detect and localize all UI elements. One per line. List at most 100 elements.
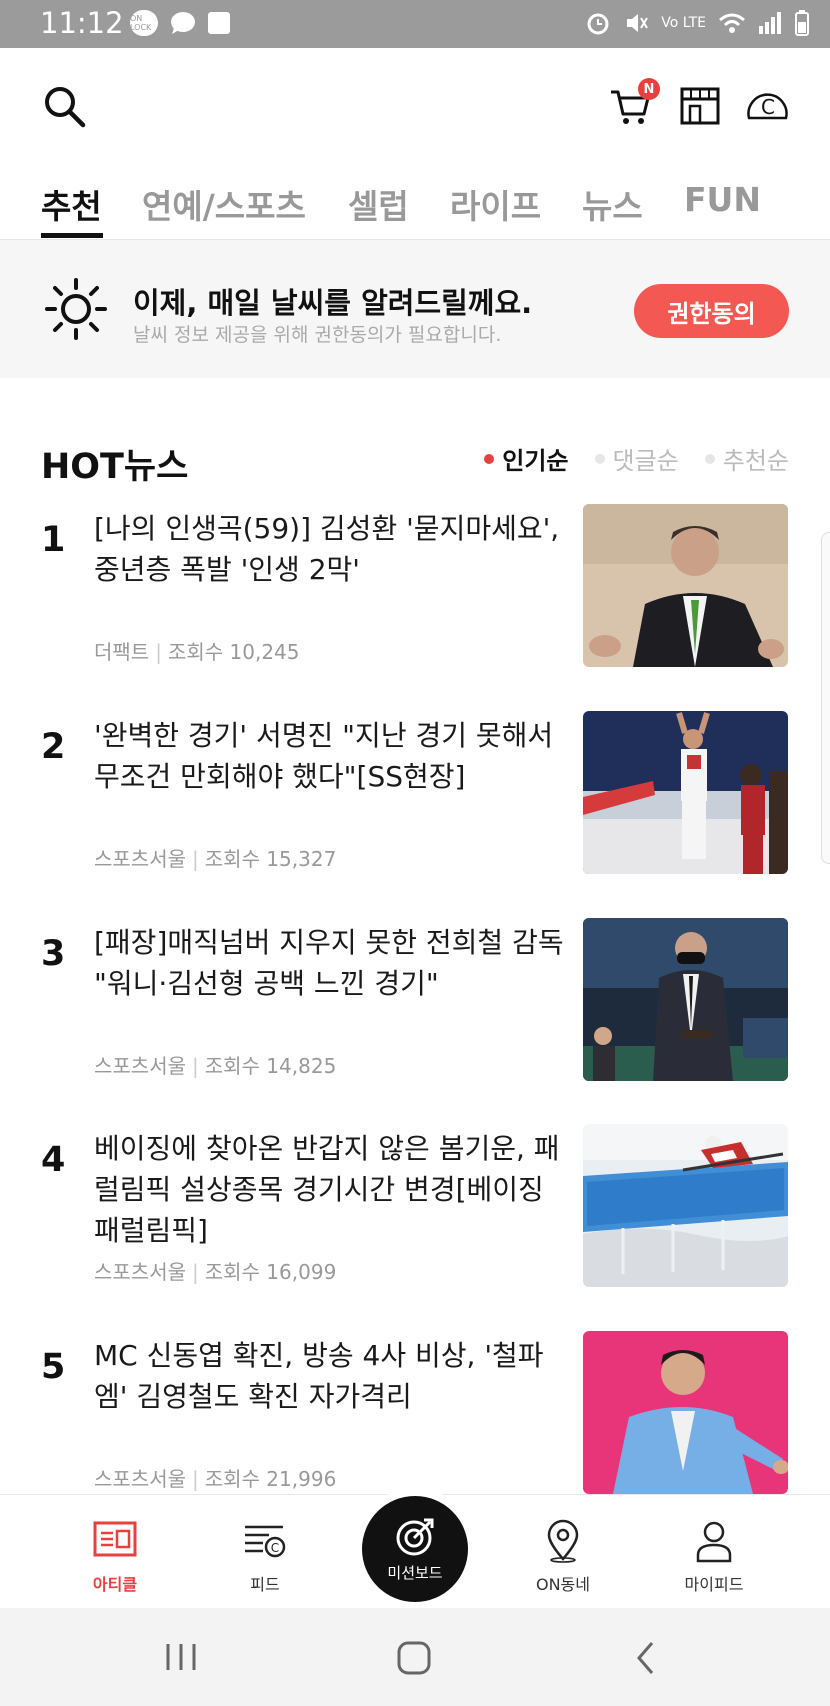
chat-icon xyxy=(171,12,195,34)
battery-icon xyxy=(795,10,809,36)
news-item[interactable]: 3 [패장]매직넘버 지우지 못한 전희철 감독 "워니·김선형 공백 느낀 경… xyxy=(0,918,830,1098)
nav-my-feed[interactable]: 마이피드 xyxy=(664,1519,764,1595)
lock-badge-icon: ON LOCK xyxy=(130,10,158,36)
nav-feed[interactable]: C 피드 xyxy=(215,1519,315,1595)
news-item[interactable]: 1 [나의 인생곡(59)] 김성환 '묻지마세요', 중년층 폭발 '인생 2… xyxy=(0,504,830,684)
article-icon xyxy=(93,1521,137,1557)
store-button[interactable] xyxy=(674,80,726,132)
sort-recommend[interactable]: 추천순 xyxy=(704,441,789,476)
tab-news[interactable]: 뉴스 xyxy=(582,180,643,228)
consent-button[interactable]: 권한동의 xyxy=(634,284,789,338)
news-source: 스포츠서울 xyxy=(94,1467,186,1491)
news-rank: 4 xyxy=(41,1140,66,1180)
svg-text:C: C xyxy=(761,95,775,119)
network-label: Vo LTE xyxy=(661,15,706,31)
sun-icon xyxy=(45,278,107,340)
news-headline[interactable]: [나의 인생곡(59)] 김성환 '묻지마세요', 중년층 폭발 '인생 2막' xyxy=(94,508,564,590)
news-source: 스포츠서울 xyxy=(94,847,186,871)
sort-dot-icon xyxy=(704,453,715,464)
nav-article-label: 아티클 xyxy=(92,1575,138,1594)
wifi-icon xyxy=(719,13,745,33)
sort-options: 인기순 댓글순 추천순 xyxy=(484,441,789,476)
news-source: 스포츠서울 xyxy=(94,1054,186,1078)
search-button[interactable] xyxy=(38,80,90,132)
target-icon xyxy=(396,1518,434,1555)
news-thumbnail[interactable] xyxy=(583,918,788,1081)
weather-title: 이제, 매일 날씨를 알려드릴께요. xyxy=(133,286,533,320)
system-icons: Vo LTE xyxy=(585,10,810,36)
weather-subtitle: 날씨 정보 제공을 위해 권한동의가 필요합니다. xyxy=(133,324,502,346)
tab-recommend[interactable]: 추천 xyxy=(41,180,102,228)
feed-icon: C xyxy=(245,1525,286,1558)
coin-icon: C xyxy=(747,93,788,120)
nav-my-feed-label: 마이피드 xyxy=(684,1575,744,1594)
tab-entertainment-sports[interactable]: 연예/스포츠 xyxy=(142,180,306,228)
cart-button[interactable]: N xyxy=(604,78,660,132)
news-thumbnail[interactable] xyxy=(583,1124,788,1287)
news-meta: 스포츠서울 | 조회수 15,327 xyxy=(94,847,337,871)
tab-celeb[interactable]: 셀럽 xyxy=(348,180,409,228)
news-source: 스포츠서울 xyxy=(94,1260,186,1284)
sort-popular-label: 인기순 xyxy=(502,447,569,475)
news-item[interactable]: 4 베이징에 찾아온 반갑지 않은 봄기운, 패럴림픽 설상종목 경기시간 변경… xyxy=(0,1124,830,1304)
notification-icons: ON LOCK xyxy=(130,10,230,36)
nav-feed-label: 피드 xyxy=(250,1575,280,1594)
news-thumbnail[interactable] xyxy=(583,711,788,874)
sort-recommend-label: 추천순 xyxy=(722,447,789,475)
search-icon xyxy=(45,87,86,128)
nav-on-dongne[interactable]: ON동네 xyxy=(513,1519,613,1595)
news-headline[interactable]: [패장]매직넘버 지우지 못한 전희철 감독 "워니·김선형 공백 느낀 경기" xyxy=(94,922,564,1004)
news-meta: 스포츠서울 | 조회수 16,099 xyxy=(94,1260,337,1284)
news-headline[interactable]: 베이징에 찾아온 반갑지 않은 봄기운, 패럴림픽 설상종목 경기시간 변경[베… xyxy=(94,1128,564,1251)
news-views: 조회수 14,825 xyxy=(204,1054,337,1078)
alarm-icon xyxy=(587,13,609,35)
news-rank: 5 xyxy=(41,1347,66,1387)
sort-dot-icon xyxy=(594,453,605,464)
nav-mission-board-label: 미션보드 xyxy=(387,1563,443,1582)
news-meta: 스포츠서울 | 조회수 21,996 xyxy=(94,1467,337,1491)
coin-button[interactable]: C xyxy=(742,80,794,132)
news-rank: 1 xyxy=(41,520,66,560)
weather-banner: 이제, 매일 날씨를 알려드릴께요. 날씨 정보 제공을 위해 권한동의가 필요… xyxy=(0,240,830,378)
news-headline[interactable]: MC 신동엽 확진, 방송 4사 비상, '철파엠' 김영철도 확진 자가격리 xyxy=(94,1335,564,1417)
news-views: 조회수 21,996 xyxy=(204,1467,337,1491)
news-headline[interactable]: '완벽한 경기' 서명진 "지난 경기 못해서 무조건 만회해야 했다"[SS현… xyxy=(94,715,564,797)
nav-on-dongne-label: ON동네 xyxy=(535,1575,590,1594)
signal-icon xyxy=(759,12,781,34)
news-meta: 더팩트 | 조회수 10,245 xyxy=(94,640,300,664)
top-header: N C xyxy=(0,48,830,164)
recent-apps-icon[interactable] xyxy=(164,1642,198,1672)
location-pin-icon xyxy=(547,1519,579,1563)
news-views: 조회수 16,099 xyxy=(204,1260,337,1284)
status-time: 11:12 xyxy=(40,6,124,40)
sort-comments[interactable]: 댓글순 xyxy=(594,441,679,476)
cart-badge: N xyxy=(638,78,660,100)
svg-text:C: C xyxy=(271,1541,279,1555)
status-bar: 11:12 ON LOCK Vo LTE xyxy=(0,0,830,48)
nav-article[interactable]: 아티클 xyxy=(65,1519,165,1595)
mission-board-button[interactable]: 미션보드 xyxy=(362,1496,468,1602)
news-thumbnail[interactable] xyxy=(583,504,788,667)
hot-news-title: HOT뉴스 xyxy=(41,447,189,487)
back-icon[interactable] xyxy=(634,1640,658,1676)
active-tab-indicator xyxy=(41,233,103,238)
news-views: 조회수 10,245 xyxy=(167,640,300,664)
news-thumbnail[interactable] xyxy=(583,1331,788,1494)
category-tabs: 추천 연예/스포츠 셀럽 라이프 뉴스 FUN xyxy=(0,164,830,241)
store-icon xyxy=(680,87,720,125)
news-views: 조회수 15,327 xyxy=(204,847,337,871)
sort-popular[interactable]: 인기순 xyxy=(484,441,569,476)
news-meta: 스포츠서울 | 조회수 14,825 xyxy=(94,1054,337,1078)
news-item[interactable]: 5 MC 신동엽 확진, 방송 4사 비상, '철파엠' 김영철도 확진 자가격… xyxy=(0,1331,830,1511)
news-item[interactable]: 2 '완벽한 경기' 서명진 "지난 경기 못해서 무조건 만회해야 했다"[S… xyxy=(0,711,830,891)
home-icon[interactable] xyxy=(396,1640,432,1676)
sort-comments-label: 댓글순 xyxy=(612,447,679,475)
tab-fun[interactable]: FUN xyxy=(684,180,761,219)
news-rank: 2 xyxy=(41,727,66,767)
news-source: 더팩트 xyxy=(94,640,150,664)
sort-dot-icon xyxy=(484,453,495,464)
news-rank: 3 xyxy=(41,934,66,974)
tab-life[interactable]: 라이프 xyxy=(450,180,541,228)
person-icon xyxy=(696,1521,732,1563)
edge-panel-handle[interactable] xyxy=(821,532,830,864)
